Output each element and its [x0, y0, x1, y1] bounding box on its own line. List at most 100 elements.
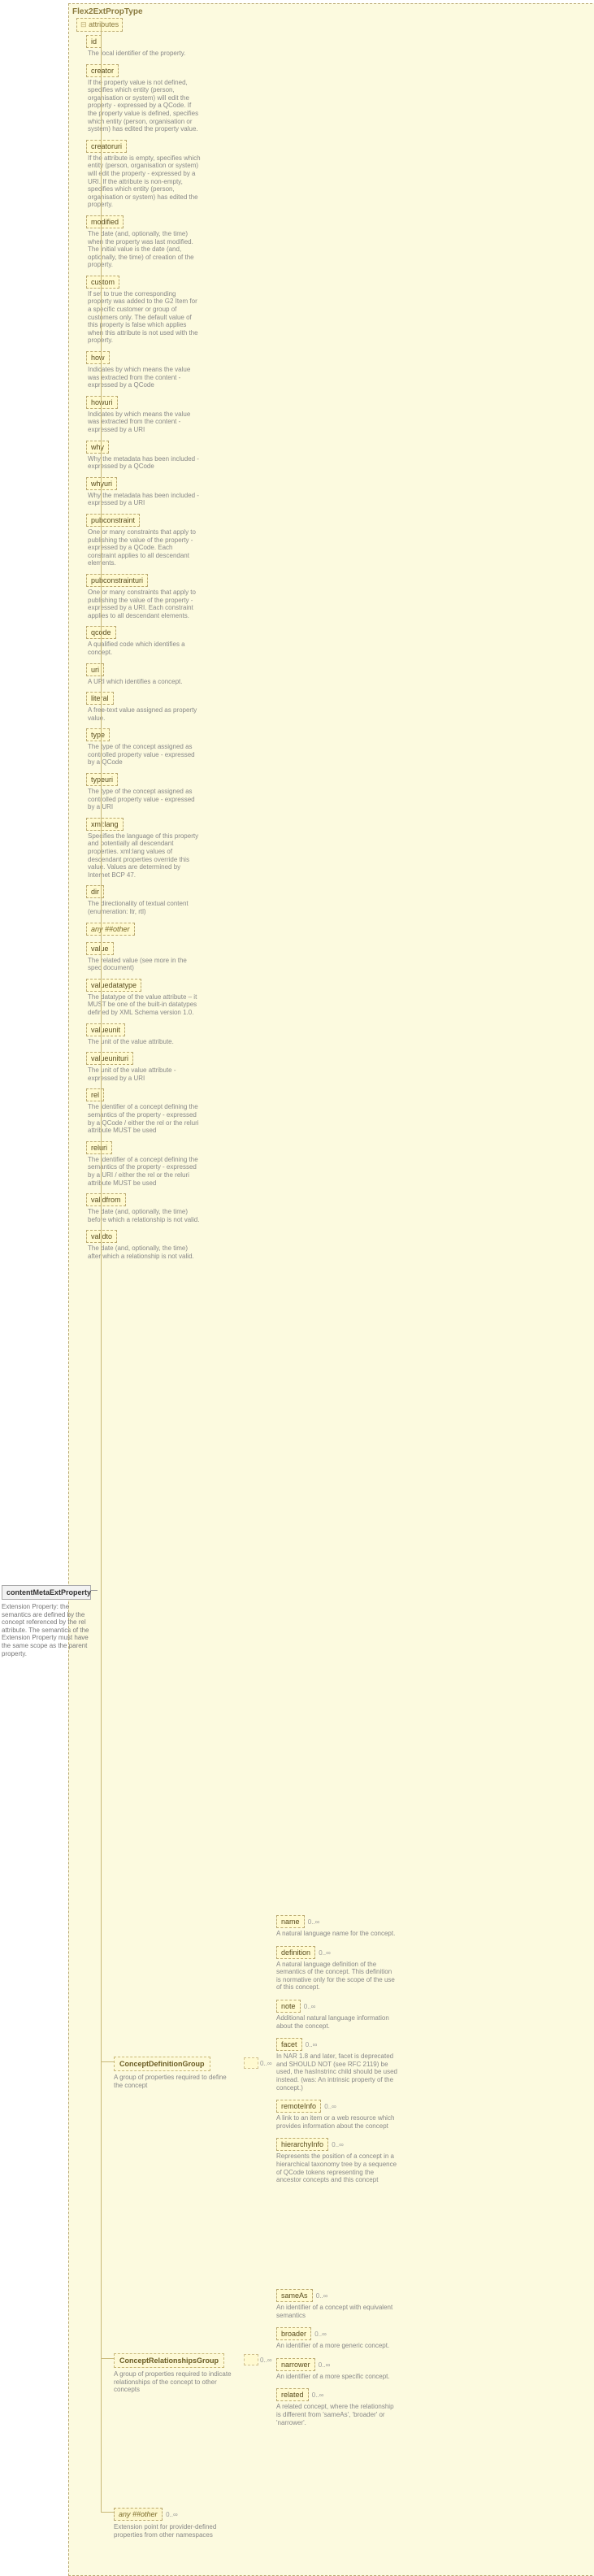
any-element: any ##other 0..∞ Extension point for pro…: [114, 2508, 236, 2539]
attribute-pubconstraint: pubconstraintOne or many constraints tha…: [86, 514, 206, 567]
attribute-desc: If the property value is not defined, sp…: [88, 79, 202, 133]
child-element-desc: An identifier of a concept with equivale…: [276, 2304, 398, 2319]
child-broader: broader 0..∞An identifier of a more gene…: [276, 2327, 398, 2350]
child-element-name: broader: [276, 2327, 311, 2340]
attribute-desc: Why the metadata has been included - exp…: [88, 455, 202, 471]
child-name: name 0..∞A natural language name for the…: [276, 1915, 398, 1938]
attribute-name: reluri: [86, 1141, 112, 1154]
attribute-custom: customIf set to true the corresponding p…: [86, 276, 206, 345]
attribute-rel: relThe identifier of a concept defining …: [86, 1088, 206, 1134]
expand-icon[interactable]: [244, 2057, 258, 2069]
attribute-name: validto: [86, 1230, 117, 1243]
attribute-desc: The unit of the value attribute.: [88, 1038, 202, 1046]
connector: [101, 2061, 114, 2062]
attribute-desc: The datatype of the value attribute – it…: [88, 993, 202, 1017]
child-definition: definition 0..∞ A natural language defini…: [276, 1946, 398, 1992]
attribute-why: whyWhy the metadata has been included - …: [86, 441, 206, 471]
connector: [101, 24, 102, 2512]
attribute-name: validfrom: [86, 1193, 126, 1206]
expand-icon[interactable]: [244, 2354, 258, 2365]
child-facet: facet 0..∞ In NAR 1.8 and later, facet is…: [276, 2038, 398, 2092]
connector: [91, 1590, 98, 1591]
child-remoteinfo: remoteInfo 0..∞A link to an item or a we…: [276, 2100, 398, 2130]
group-name: ConceptRelationshipsGroup: [114, 2353, 224, 2368]
attribute-desc: The date (and, optionally, the time) bef…: [88, 1208, 202, 1223]
attribute-name: value: [86, 942, 114, 955]
connector: [101, 2512, 114, 2513]
attribute-desc: If the attribute is empty, specifies whi…: [88, 154, 202, 209]
attribute-name: creatoruri: [86, 140, 127, 153]
attribute-name: howuri: [86, 396, 118, 409]
attribute-desc: The type of the concept assigned as cont…: [88, 743, 202, 767]
attribute-valueunituri: valueunituriThe unit of the value attrib…: [86, 1052, 206, 1082]
root-element: contentMetaExtProperty Extension Propert…: [2, 1585, 91, 1657]
group-name: ConceptDefinitionGroup: [114, 2057, 210, 2071]
attribute-id: idThe local identifier of the property.: [86, 35, 206, 58]
attribute-name: pubconstrainturi: [86, 574, 148, 587]
attributes-block: ⊟ attributes idThe local identifier of t…: [76, 18, 206, 1266]
child-hierarchyinfo: hierarchyInfo 0..∞Represents the positio…: [276, 2138, 398, 2183]
attribute-desc: One or many constraints that apply to pu…: [88, 589, 202, 619]
child-element-desc: Additional natural language information …: [276, 2014, 398, 2030]
any-element-name: any ##other: [114, 2508, 163, 2521]
attribute-validto: validto The date (and, optionally, the ti…: [86, 1230, 206, 1260]
attribute-name: modified: [86, 215, 124, 228]
attribute-pubconstrainturi: pubconstrainturi One or many constraints …: [86, 574, 206, 619]
attribute-name: custom: [86, 276, 119, 289]
child-element-name: facet: [276, 2038, 302, 2051]
occurrence: 0..∞: [260, 2357, 272, 2364]
occurrence: 0..∞: [317, 1949, 331, 1957]
attribute-name: valueunituri: [86, 1052, 133, 1065]
group-conceptdefinition: ConceptDefinitionGroup A group of proper…: [114, 2057, 236, 2089]
attribute-desc: The identifier of a concept defining the…: [88, 1103, 202, 1134]
attribute-name: type: [86, 728, 110, 741]
attribute-how: how Indicates by which means the value wa…: [86, 351, 206, 389]
child-element-name: definition: [276, 1946, 315, 1959]
connector: [101, 2358, 114, 2359]
child-element-desc: Represents the position of a concept in …: [276, 2152, 398, 2183]
attribute-valuedatatype: valuedatatypeThe datatype of the value a…: [86, 979, 206, 1017]
attribute-desc: The date (and, optionally, the time) aft…: [88, 1245, 202, 1260]
attribute-creatoruri: creatoruriIf the attribute is empty, spe…: [86, 140, 206, 209]
attribute-typeuri: typeuri The type of the concept assigned …: [86, 773, 206, 811]
child-element-name: remoteInfo: [276, 2100, 321, 2113]
attributes-header: ⊟ attributes: [76, 18, 123, 32]
attribute-type: type The type of the concept assigned as …: [86, 728, 206, 767]
attribute-name: pubconstraint: [86, 514, 140, 527]
attribute-desc: A free-text value assigned as property v…: [88, 706, 202, 722]
attribute-uri: uriA URI which identifies a concept.: [86, 663, 206, 686]
attribute-valueunit: valueunitThe unit of the value attribute…: [86, 1023, 206, 1046]
attribute-dir: dirThe directionality of textual content…: [86, 885, 206, 915]
attribute-name: how: [86, 351, 110, 364]
child-element-desc: In NAR 1.8 and later, facet is deprecate…: [276, 2053, 398, 2092]
attribute-desc: A URI which identifies a concept.: [88, 678, 202, 686]
occurrence: 0..∞: [304, 2041, 318, 2048]
attribute-name: any ##other: [86, 923, 135, 936]
group-desc: A group of properties required to define…: [114, 2074, 236, 2089]
attribute-name: creator: [86, 64, 119, 77]
child-element-desc: A natural language definition of the sem…: [276, 1961, 398, 1992]
attributes-header-label: attributes: [89, 20, 119, 28]
attribute-desc: The date (and, optionally, the time) whe…: [88, 230, 202, 269]
attribute-name: xml:lang: [86, 818, 124, 831]
attribute-name: why: [86, 441, 109, 454]
attribute-qcode: qcodeA qualified code which identifies a…: [86, 626, 206, 656]
occurrence: 0..∞: [317, 2361, 331, 2369]
child-element-name: name: [276, 1915, 305, 1928]
attribute-desc: Indicates by which means the value was e…: [88, 366, 202, 389]
attribute-desc: The type of the concept assigned as cont…: [88, 788, 202, 811]
attribute-name: typeuri: [86, 773, 118, 786]
attribute-validfrom: validfrom The date (and, optionally, the …: [86, 1193, 206, 1223]
occurrence: 0..∞: [306, 1918, 320, 1926]
child-narrower: narrower 0..∞An identifier of a more spe…: [276, 2358, 398, 2381]
attribute-whyuri: whyuriWhy the metadata has been included…: [86, 477, 206, 507]
child-element-desc: An identifier of a more specific concept…: [276, 2373, 398, 2381]
attribute-name: whyuri: [86, 477, 117, 490]
occurrence: 0..∞: [330, 2141, 344, 2148]
attribute-reluri: reluri The identifier of a concept defini…: [86, 1141, 206, 1187]
attribute-desc: One or many constraints that apply to pu…: [88, 528, 202, 567]
group-desc: A group of properties required to indica…: [114, 2370, 236, 2394]
attribute-desc: The identifier of a concept defining the…: [88, 1156, 202, 1187]
child-note: note 0..∞Additional natural language inf…: [276, 2000, 398, 2030]
child-element-desc: A related concept, where the relationshi…: [276, 2403, 398, 2426]
